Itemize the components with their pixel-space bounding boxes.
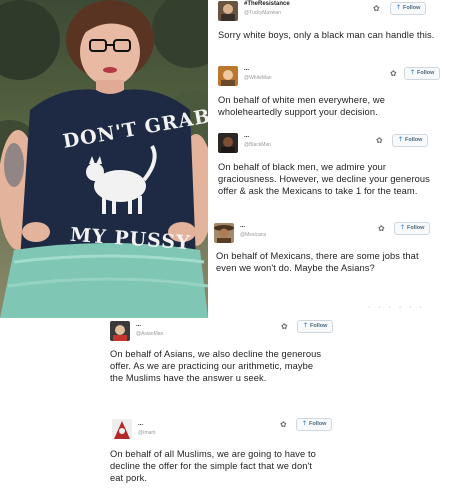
- tweet-card: ... @BlackMan ✿ ⇡ Follow On behalf of bla…: [212, 130, 449, 216]
- username[interactable]: #TheResistance: [244, 1, 290, 7]
- tweet-text: On behalf of all Muslims, we are going t…: [110, 449, 316, 483]
- meme-photo: DON'T GRAB MY PUSSY: [0, 0, 208, 318]
- handle[interactable]: @Imam: [138, 430, 156, 436]
- tweet-text: On behalf of Mexicans, there are some jo…: [216, 251, 419, 273]
- follow-label: Follow: [417, 70, 435, 76]
- handle[interactable]: @AsianMan: [136, 331, 163, 337]
- avatar[interactable]: [112, 419, 132, 439]
- tweet-text: On behalf of black men, we admire your g…: [218, 162, 430, 196]
- follow-label: Follow: [407, 225, 425, 231]
- tweet-card: ... @Imam ✿ ⇡ Follow On behalf of all Mus…: [104, 416, 344, 500]
- follow-button[interactable]: ⇡ Follow: [390, 2, 427, 15]
- twitter-bird-icon: ⇡: [398, 137, 404, 143]
- handle[interactable]: @WhiteMan: [244, 75, 272, 81]
- avatar[interactable]: [218, 133, 238, 153]
- avatar-image: [110, 321, 130, 341]
- follow-label: Follow: [309, 421, 327, 427]
- avatar-image: [112, 419, 132, 439]
- username[interactable]: ...: [138, 421, 143, 427]
- tweet-text: On behalf of white men everywhere, we wh…: [218, 95, 385, 117]
- gear-icon[interactable]: ✿: [373, 5, 380, 13]
- avatar-image: [214, 223, 234, 243]
- twitter-bird-icon: ⇡: [302, 421, 308, 427]
- tweet-text: Sorry white boys, only a black man can h…: [218, 30, 435, 40]
- twitter-bird-icon: ⇡: [396, 5, 402, 11]
- gear-icon[interactable]: ✿: [378, 225, 385, 233]
- handle[interactable]: @Mexicans: [240, 232, 266, 238]
- tweet-card: ... @WhiteMan ✿ ⇡ Follow On behalf of whi…: [212, 62, 449, 128]
- twitter-bird-icon: ⇡: [410, 70, 416, 76]
- avatar[interactable]: [110, 321, 130, 341]
- follow-button[interactable]: ⇡ Follow: [297, 320, 334, 333]
- gear-icon[interactable]: ✿: [281, 323, 288, 331]
- tweet-card: #TheResistance @TuckyMaxwan ✿ ⇡ Follow So…: [212, 0, 449, 60]
- avatar[interactable]: [214, 223, 234, 243]
- follow-button[interactable]: ⇡ Follow: [296, 418, 333, 431]
- gear-icon[interactable]: ✿: [376, 137, 383, 145]
- handle[interactable]: @BlackMan: [244, 142, 271, 148]
- username[interactable]: ...: [240, 223, 245, 229]
- avatar[interactable]: [218, 1, 238, 21]
- tweet-actions-row: · · · · · ·: [368, 304, 425, 311]
- tweet-card: ... @Mexicans ✿ ⇡ Follow On behalf of Mex…: [208, 220, 449, 320]
- username[interactable]: ...: [244, 66, 249, 72]
- avatar-image: [218, 133, 238, 153]
- avatar[interactable]: [218, 66, 238, 86]
- follow-button[interactable]: ⇡ Follow: [404, 67, 441, 80]
- follow-label: Follow: [310, 323, 328, 329]
- follow-button[interactable]: ⇡ Follow: [394, 222, 431, 235]
- avatar-image: [218, 1, 238, 21]
- avatar-image: [218, 66, 238, 86]
- twitter-bird-icon: ⇡: [400, 225, 406, 231]
- follow-button[interactable]: ⇡ Follow: [392, 134, 429, 147]
- twitter-bird-icon: ⇡: [303, 323, 309, 329]
- gear-icon[interactable]: ✿: [390, 70, 397, 78]
- tweet-card: ... @AsianMan ✿ ⇡ Follow On behalf of Asi…: [104, 318, 344, 414]
- person-illustration: [0, 0, 208, 318]
- gear-icon[interactable]: ✿: [280, 421, 287, 429]
- handle[interactable]: @TuckyMaxwan: [244, 10, 281, 16]
- username[interactable]: ...: [136, 322, 141, 328]
- follow-label: Follow: [403, 5, 421, 11]
- follow-label: Follow: [405, 137, 423, 143]
- username[interactable]: ...: [244, 133, 249, 139]
- tweet-text: On behalf of Asians, we also decline the…: [110, 349, 322, 383]
